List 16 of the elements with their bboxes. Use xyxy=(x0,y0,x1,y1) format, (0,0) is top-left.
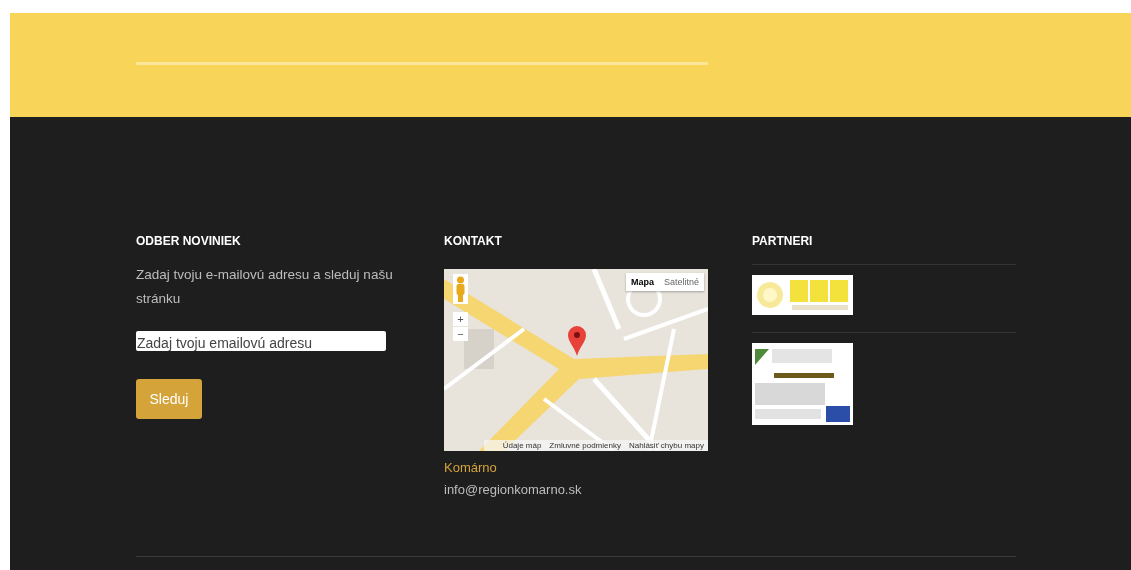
column-heading: KONTAKT xyxy=(444,233,503,249)
newsletter-text: Zadaj tvoju e-mailovú adresu a sleduj našu stránku xyxy=(136,266,394,308)
email-field[interactable]: Zadaj tvoju emailovú adresu xyxy=(136,331,386,351)
city-link[interactable]: Komárno xyxy=(444,457,709,479)
map-footer-link[interactable]: Zmluvné podmienky xyxy=(549,441,621,450)
map-type-tab[interactable]: Mapa xyxy=(625,273,659,291)
map-pin-icon xyxy=(568,326,586,356)
person-icon[interactable] xyxy=(453,274,468,304)
column-heading: ODBER NOVINIEK xyxy=(136,233,242,249)
contact-email: info@regionkomarno.sk xyxy=(444,481,583,499)
map-footer-link[interactable]: Nahlásiť chybu mapy xyxy=(628,441,704,450)
zoom-out-button[interactable]: − xyxy=(453,327,468,341)
map-type-tab[interactable]: Satelitné xyxy=(658,273,704,291)
column-heading: PARTNERI xyxy=(752,233,814,249)
map-footer-link[interactable]: Údaje máp xyxy=(502,441,542,450)
zoom-in-button[interactable]: + xyxy=(453,312,468,326)
